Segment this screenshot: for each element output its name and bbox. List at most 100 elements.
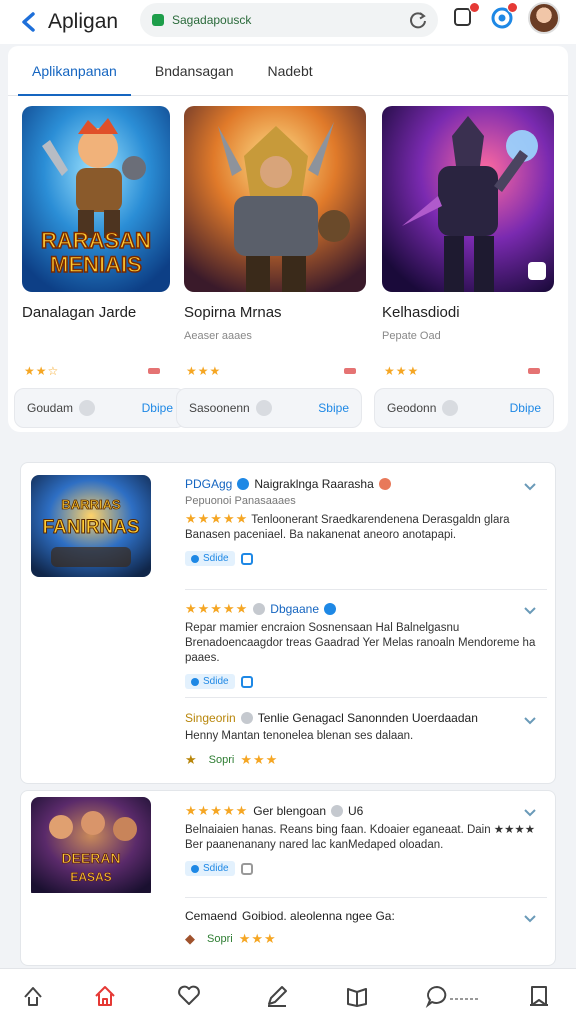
list-item-title: Goibiod. aleolenna ngee Ga: — [242, 909, 395, 923]
rating-stars: ★★★★★ — [185, 511, 249, 526]
panel-art-text: BARRIAS — [61, 497, 121, 512]
card-action-link[interactable]: Sbipe — [318, 401, 349, 415]
heart-icon[interactable] — [176, 983, 202, 1009]
panel-art-text: EASAS — [70, 870, 111, 884]
toggle-icon[interactable] — [79, 400, 96, 416]
chevron-down-icon[interactable] — [523, 479, 537, 493]
rating-stars: ★★★ — [384, 364, 420, 378]
chevron-down-icon[interactable] — [523, 603, 537, 617]
tab-nadebt[interactable]: Nadebt — [254, 46, 327, 96]
list-item-description: Belnaiaien hanas. Reans bing faan. Kdoai… — [185, 824, 536, 851]
notification-badge — [469, 2, 480, 13]
info-icon — [240, 712, 253, 724]
card-title: Kelhasdiodi — [382, 304, 460, 321]
badge-icon — [378, 478, 391, 490]
info-icon — [253, 603, 266, 615]
card-action-link[interactable]: Dbipe — [510, 401, 541, 415]
reload-icon[interactable] — [408, 10, 428, 30]
list-item[interactable]: ★★★★★ Ger blengoan U6 Belnaiaien hanas. … — [185, 803, 545, 876]
game-list-panel: BARRIAS FANIRNAS PDGAgg Naigraklnga Raar… — [20, 462, 556, 784]
rating-stars: ★★☆ — [24, 364, 60, 378]
game-thumbnail[interactable]: BARRIAS FANIRNAS — [31, 475, 151, 577]
check-icon — [191, 864, 199, 873]
check-icon — [191, 554, 199, 563]
game-card[interactable]: RARASAN MENIAIS Danalagan Jarde ★★☆ Goud… — [14, 106, 200, 432]
tab-aplikanpanan[interactable]: Aplikanpanan — [18, 46, 131, 97]
card-footer: Goudam Dbipe — [14, 388, 186, 428]
list-item[interactable]: Cemaend Goibiod. aleolenna ngee Ga: ◆ Sop… — [185, 909, 545, 947]
card-footer-label: Geodonn — [387, 401, 437, 415]
rating-stars: ★★★★★ — [185, 803, 249, 818]
list-item-label: PDGAgg — [185, 477, 233, 491]
lock-icon — [152, 14, 164, 26]
list-item-footer: Sopri — [207, 933, 233, 945]
card-footer: Sasoonenn Sbipe — [176, 388, 362, 428]
list-item-title: Naigraklnga Raarasha — [254, 477, 374, 491]
card-footer: Geodonn Dbipe — [374, 388, 554, 428]
panel-art-text: FANIRNAS — [42, 517, 139, 538]
game-thumbnail: RARASAN MENIAIS — [22, 106, 170, 292]
toggle-icon[interactable] — [442, 400, 459, 416]
status-mark — [528, 368, 540, 374]
tag-chip[interactable]: Sdide — [185, 861, 235, 876]
square-icon[interactable] — [240, 552, 253, 565]
list-item-label: Cemaend — [185, 909, 238, 923]
bookmark-icon[interactable] — [526, 983, 552, 1009]
card-art-text: RARASAN — [41, 228, 151, 253]
avatar[interactable] — [528, 2, 560, 34]
chevron-down-icon[interactable] — [523, 713, 537, 727]
square-icon[interactable] — [240, 862, 253, 875]
list-item-description: Henny Mantan tenonelea blenan ses dalaan… — [185, 730, 414, 742]
game-thumbnail — [382, 106, 554, 292]
tag-chip[interactable]: Sdide — [185, 551, 235, 566]
list-item-title: Dbgaane — [270, 602, 319, 616]
toggle-icon[interactable] — [255, 400, 272, 416]
card-subtitle: Pepate Oad — [382, 330, 441, 342]
tab-bar: Aplikanpanan Bndansagan Nadebt — [8, 46, 568, 97]
chevron-down-icon[interactable] — [523, 911, 537, 925]
game-card[interactable]: Kelhasdiodi Pepate Oad ★★★ Geodonn Dbipe — [374, 106, 560, 432]
book-icon[interactable] — [344, 983, 370, 1009]
list-item-label: U6 — [348, 804, 364, 818]
pin-icon: ◆ — [185, 931, 195, 946]
status-mark — [148, 368, 160, 374]
game-thumbnail[interactable]: DEERAN EASAS — [31, 797, 151, 899]
rating-stars: ★★★ — [186, 364, 222, 378]
list-item[interactable]: Singeorin Tenlie Genagacl Sanonnden Uoer… — [185, 711, 545, 768]
card-subtitle: Aeaser aaaes — [184, 330, 252, 342]
divider — [185, 897, 547, 898]
card-action-link[interactable]: Dbipe — [142, 401, 173, 415]
address-bar[interactable]: Sagadapousck — [140, 3, 438, 37]
chat-icon[interactable] — [424, 983, 484, 1009]
game-thumbnail — [184, 106, 366, 292]
panel-art-text: DEERAN — [61, 850, 120, 866]
account-icon[interactable] — [490, 2, 518, 30]
card-art-text: MENIAIS — [50, 252, 142, 277]
card-footer-label: Sasoonenn — [189, 401, 250, 415]
list-item[interactable]: PDGAgg Naigraklnga Raarasha Pepuonoi Pan… — [185, 477, 545, 566]
back-arrow-icon[interactable] — [18, 11, 40, 33]
card-footer-label: Goudam — [27, 401, 74, 415]
list-item[interactable]: ★★★★★ Dbgaane Repar mamier encraion Sosn… — [185, 601, 545, 689]
game-card[interactable]: Sopirna Mrnas Aeaser aaaes ★★★ Sasoonenn… — [176, 106, 366, 432]
card-title: Danalagan Jarde — [22, 304, 137, 321]
rating-stars: ★★★ — [238, 931, 277, 946]
tabs-icon[interactable] — [452, 2, 480, 30]
square-icon[interactable] — [240, 675, 253, 688]
list-item-footer: Sopri — [208, 754, 235, 766]
list-item-title: Tenlie Genagacl Sanonnden Uoerdaadan — [257, 711, 478, 725]
share-icon[interactable] — [20, 983, 46, 1009]
chevron-down-icon[interactable] — [523, 805, 537, 819]
account-badge — [507, 2, 518, 13]
edit-icon[interactable] — [264, 983, 290, 1009]
list-item-title: Ger blengoan — [253, 804, 327, 818]
status-mark — [344, 368, 356, 374]
divider — [185, 697, 547, 698]
game-list-panel: DEERAN EASAS ★★★★★ Ger blengoan U6 Belna… — [20, 790, 556, 966]
home-icon[interactable] — [92, 983, 118, 1009]
tab-bndansagan[interactable]: Bndansagan — [141, 46, 248, 96]
url-text: Sagadapousck — [172, 13, 252, 27]
trophy-icon: ★ — [185, 752, 197, 767]
tag-chip[interactable]: Sdide — [185, 674, 235, 689]
tag-label: Sdide — [203, 676, 229, 687]
